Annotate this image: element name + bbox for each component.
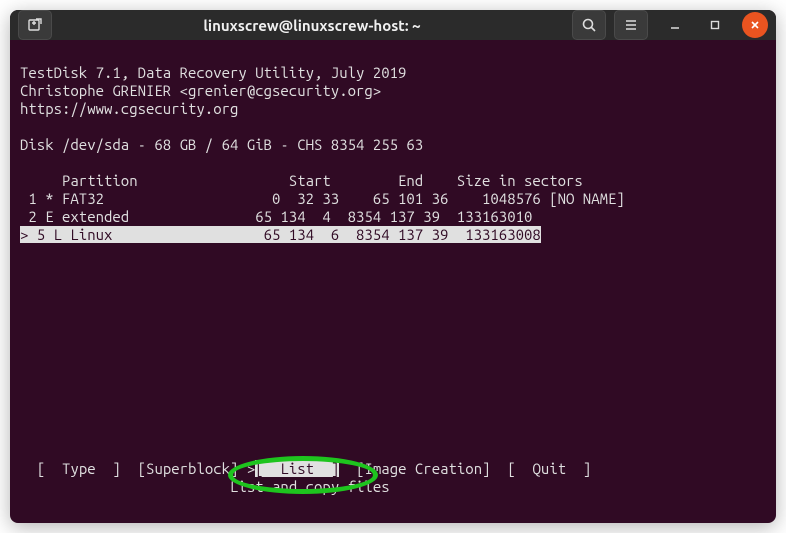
maximize-button[interactable] — [702, 12, 728, 38]
disk-info: Disk /dev/sda - 68 GB / 64 GiB - CHS 835… — [20, 136, 423, 153]
close-icon — [749, 19, 761, 31]
search-icon — [581, 17, 597, 33]
menu-image-creation[interactable]: [Image Creation] — [356, 460, 490, 477]
header-line-2: Christophe GRENIER <grenier@cgsecurity.o… — [20, 82, 381, 99]
menu-list[interactable]: [ List ] — [255, 460, 339, 477]
menu-hint: List and copy files — [230, 478, 390, 495]
header-line-1: TestDisk 7.1, Data Recovery Utility, Jul… — [20, 64, 406, 81]
menu-quit[interactable]: [ Quit ] — [507, 460, 591, 477]
terminal-content[interactable]: TestDisk 7.1, Data Recovery Utility, Jul… — [10, 40, 776, 523]
hamburger-icon — [623, 17, 639, 33]
new-tab-icon — [27, 17, 43, 33]
menu-button[interactable] — [614, 10, 648, 40]
maximize-icon — [709, 19, 721, 31]
partition-row-selected[interactable]: > 5 L Linux 65 134 6 8354 137 39 1331630… — [20, 226, 541, 243]
search-button[interactable] — [572, 10, 606, 40]
terminal-window: linuxscrew@linuxscrew-host: ~ — [10, 10, 776, 523]
close-button[interactable] — [742, 12, 768, 38]
menu-type[interactable]: [ Type ] — [37, 460, 121, 477]
partition-row[interactable]: 1 * FAT32 0 32 33 65 101 36 1048576 [NO … — [20, 190, 625, 207]
window-title: linuxscrew@linuxscrew-host: ~ — [60, 17, 564, 34]
menu-superblock[interactable]: [Superblock] — [138, 460, 239, 477]
minimize-icon — [669, 19, 681, 31]
minimize-button[interactable] — [662, 12, 688, 38]
menu-list-marker: > — [247, 460, 255, 477]
partition-row[interactable]: 2 E extended 65 134 4 8354 137 39 133163… — [20, 208, 532, 225]
titlebar: linuxscrew@linuxscrew-host: ~ — [10, 10, 776, 40]
partition-table-header: Partition Start End Size in sectors — [20, 172, 583, 189]
new-tab-button[interactable] — [18, 10, 52, 40]
header-line-3: https://www.cgsecurity.org — [20, 100, 238, 117]
